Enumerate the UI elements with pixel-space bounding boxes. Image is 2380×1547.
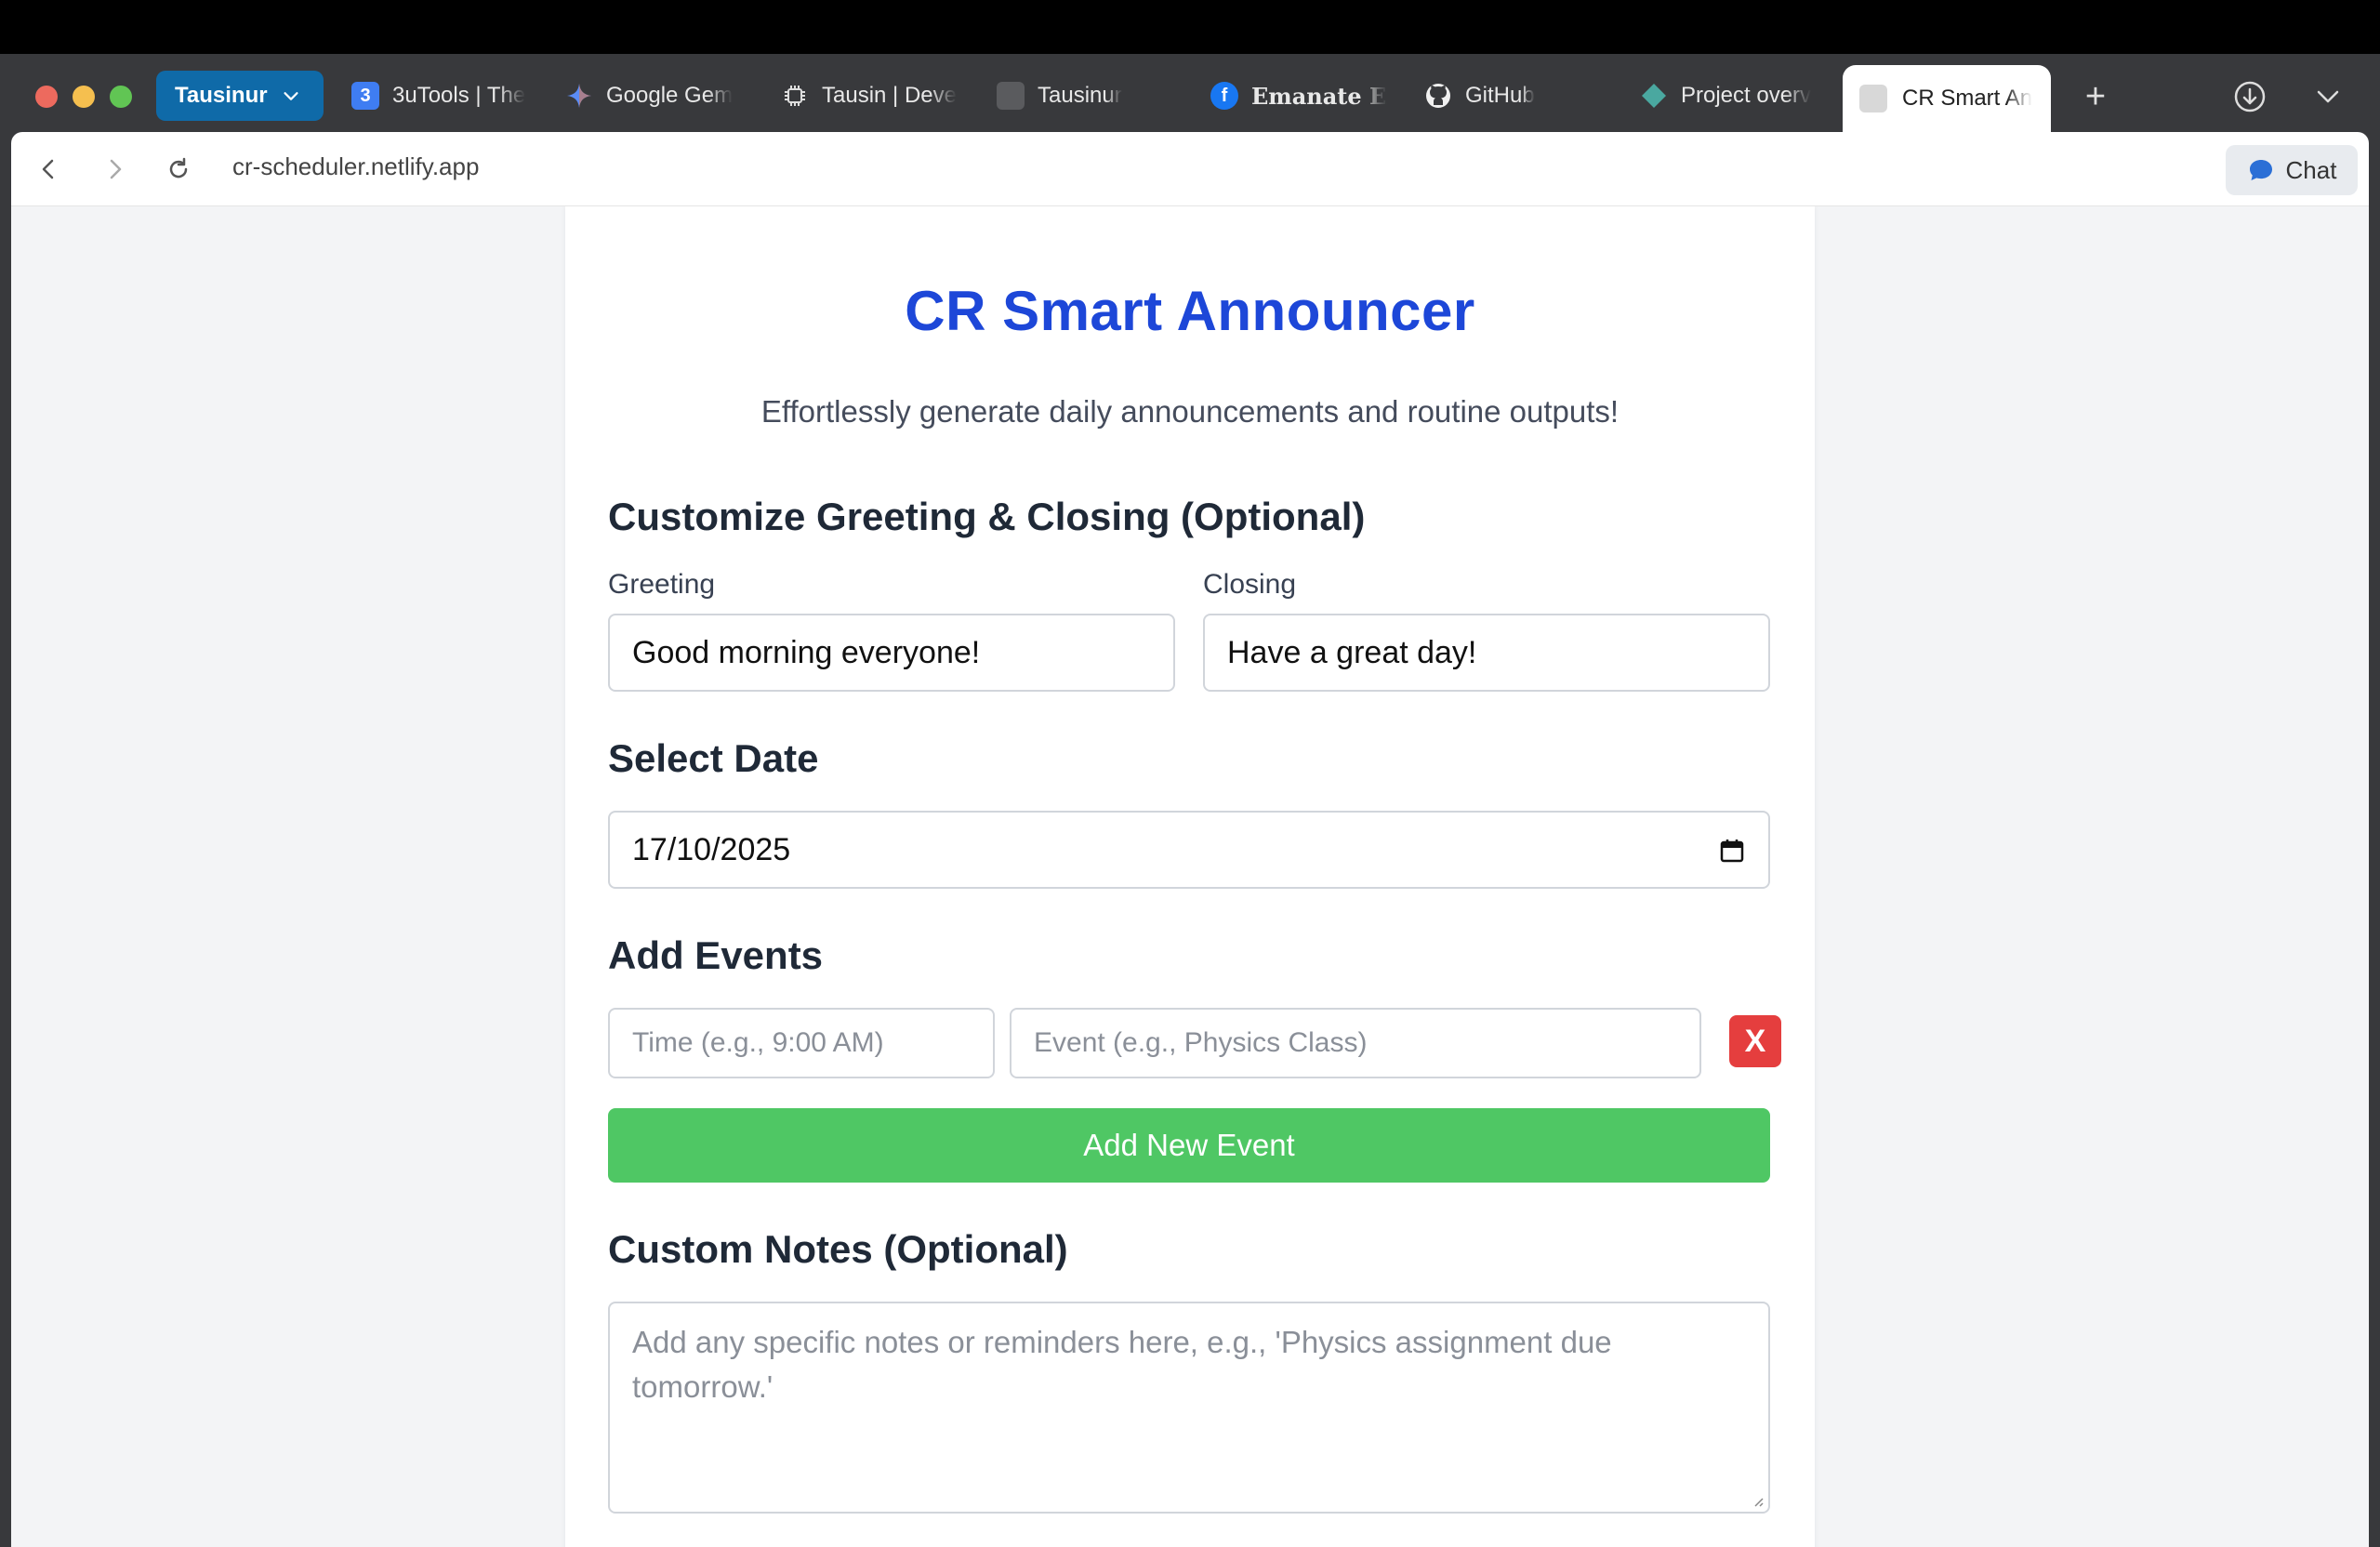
- app-card: CR Smart Announcer Effortlessly generate…: [565, 206, 1815, 1547]
- tab-label: Tausin | Deve: [822, 83, 957, 108]
- arrow-left-icon: [42, 159, 54, 179]
- greeting-section-heading: Customize Greeting & Closing (Optional): [608, 495, 1366, 538]
- back-button[interactable]: [30, 151, 67, 188]
- tab-3utools[interactable]: 3 3uTools | The: [351, 73, 528, 119]
- app-title: CR Smart Announcer: [905, 280, 1475, 342]
- chevron-down-icon[interactable]: [2309, 78, 2347, 115]
- tab-label: Project overv: [1681, 83, 1812, 108]
- tab-project-overview[interactable]: Project overv: [1640, 73, 1817, 119]
- facebook-icon: f: [1210, 82, 1238, 110]
- tab-label: Google Gem: [606, 83, 734, 108]
- screen-top-bar: [0, 0, 2380, 54]
- app-subtitle: Effortlessly generate daily announcement…: [760, 394, 1620, 429]
- profile-button[interactable]: Tausinur: [156, 71, 324, 121]
- tab-tausin-dev[interactable]: Tausin | Deve: [781, 73, 958, 119]
- chat-bubble-icon: [2249, 160, 2272, 180]
- date-input[interactable]: 17/10/2025: [608, 811, 1770, 889]
- remove-event-button[interactable]: X: [1729, 1015, 1781, 1067]
- blank-page-icon: [1859, 85, 1887, 112]
- download-icon[interactable]: [2231, 78, 2268, 115]
- closing-input[interactable]: Have a great day!: [1203, 614, 1770, 692]
- blank-page-icon: [997, 82, 1025, 110]
- event-name-input[interactable]: Event (e.g., Physics Class): [1010, 1008, 1701, 1078]
- page-viewport: CR Smart Announcer Effortlessly generate…: [11, 206, 2369, 1547]
- diamond-icon: [1642, 84, 1666, 108]
- profile-label: Tausinur: [175, 83, 268, 108]
- forward-button[interactable]: [97, 151, 134, 188]
- address-bar[interactable]: cr-scheduler.netlify.app: [232, 152, 479, 181]
- tab-label: Tausinur: [1038, 83, 1122, 108]
- date-value: 17/10/2025: [632, 831, 791, 867]
- tab-strip: Tausinur 3 3uTools | The Google Gem Taus…: [0, 54, 2380, 132]
- maximize-window-button[interactable]: [110, 86, 132, 108]
- chat-label: Chat: [2285, 155, 2337, 184]
- plus-icon: +: [2084, 76, 2107, 116]
- chevron-down-icon: [284, 92, 298, 100]
- events-section-heading: Add Events: [608, 933, 824, 977]
- reload-icon: [169, 157, 188, 178]
- tab-tausinur[interactable]: Tausinur: [997, 73, 1173, 119]
- chat-button[interactable]: Chat: [2226, 145, 2358, 195]
- greeting-input[interactable]: Good morning everyone!: [608, 614, 1175, 692]
- tab-github[interactable]: GitHub: [1424, 73, 1601, 119]
- closing-label: Closing: [1203, 569, 1297, 600]
- notes-section-heading: Custom Notes (Optional): [608, 1227, 1068, 1271]
- event-time-input[interactable]: Time (e.g., 9:00 AM): [608, 1008, 995, 1078]
- tab-label: 3uTools | The: [392, 83, 526, 108]
- 3utools-icon: 3: [351, 82, 379, 110]
- tab-label: Emanate Exc: [1251, 82, 1387, 110]
- chip-icon: [785, 86, 805, 106]
- greeting-label: Greeting: [608, 569, 716, 600]
- reload-button[interactable]: [160, 151, 197, 188]
- tab-google-gemini[interactable]: Google Gem: [565, 73, 742, 119]
- calendar-icon[interactable]: [1718, 837, 1746, 865]
- minimize-window-button[interactable]: [73, 86, 95, 108]
- gemini-icon: [567, 84, 591, 108]
- tab-cr-smart-announcer[interactable]: CR Smart An: [1843, 65, 2051, 132]
- browser-toolbar: cr-scheduler.netlify.app Chat: [11, 132, 2369, 206]
- arrow-right-icon: [110, 159, 122, 179]
- tab-label: CR Smart An: [1902, 86, 2033, 111]
- tab-label: GitHub: [1465, 83, 1535, 108]
- close-window-button[interactable]: [35, 86, 58, 108]
- tab-emanate[interactable]: f Emanate Exc: [1210, 73, 1387, 119]
- notes-placeholder: Add any specific notes or reminders here…: [632, 1325, 1612, 1404]
- resize-grip-icon[interactable]: [1750, 1493, 1765, 1508]
- new-tab-button[interactable]: +: [2075, 76, 2116, 117]
- github-icon: [1426, 84, 1450, 108]
- notes-textarea[interactable]: Add any specific notes or reminders here…: [608, 1302, 1770, 1514]
- add-event-button[interactable]: Add New Event: [608, 1108, 1770, 1183]
- browser-window: Tausinur 3 3uTools | The Google Gem Taus…: [0, 54, 2380, 1547]
- date-section-heading: Select Date: [608, 736, 819, 780]
